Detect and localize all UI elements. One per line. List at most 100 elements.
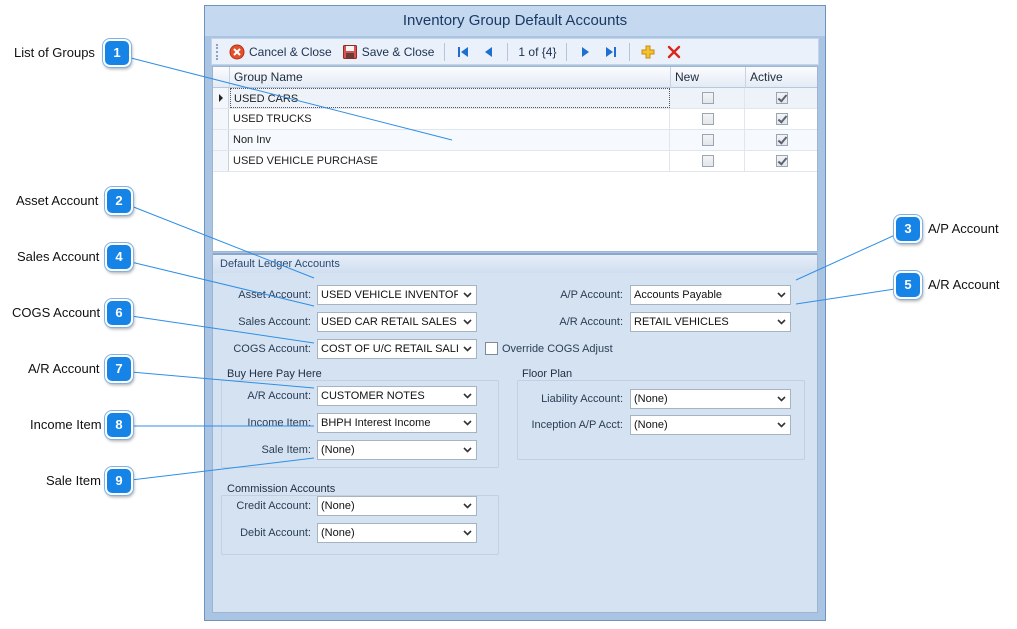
column-header-group-name[interactable]: Group Name [230, 67, 671, 88]
cell-active[interactable] [746, 88, 817, 108]
override-cogs-label[interactable]: Override COGS Adjust [502, 339, 613, 359]
save-close-button[interactable]: Save & Close [338, 41, 439, 63]
callout-badge-5: 5 [894, 271, 922, 299]
debit-account-value: (None) [321, 527, 355, 539]
credit-account-value: (None) [321, 500, 355, 512]
new-checkbox[interactable] [702, 92, 714, 104]
callout-badge-3: 3 [894, 215, 922, 243]
row-indicator [213, 130, 229, 150]
chevron-down-icon[interactable] [460, 388, 474, 404]
chevron-down-icon[interactable] [774, 417, 788, 433]
cancel-close-button[interactable]: Cancel & Close [225, 41, 336, 63]
toolbar: Cancel & Close Save & Close 1 of {4} [211, 38, 819, 65]
next-record-button[interactable] [573, 41, 597, 63]
credit-account-combo[interactable]: (None) [317, 496, 477, 516]
table-row[interactable]: USED CARS [213, 88, 817, 109]
new-checkbox[interactable] [702, 155, 714, 167]
table-row[interactable]: USED TRUCKS [213, 109, 817, 130]
sales-account-value: USED CAR RETAIL SALES [321, 316, 457, 328]
chevron-down-icon[interactable] [460, 415, 474, 431]
inception-ap-label: Inception A/P Acct: [531, 419, 623, 431]
chevron-down-icon[interactable] [460, 525, 474, 541]
income-item-label: Income Item: [247, 417, 311, 429]
override-cogs-checkbox[interactable] [485, 342, 498, 355]
debit-account-label: Debit Account: [240, 527, 311, 539]
callout-badge-7: 7 [105, 355, 133, 383]
commission-section-title: Commission Accounts [227, 483, 336, 495]
callout-badge-1: 1 [103, 39, 131, 67]
new-checkbox[interactable] [702, 113, 714, 125]
cell-group-name[interactable]: USED TRUCKS [230, 109, 670, 129]
cell-new[interactable] [671, 151, 745, 171]
active-checkbox[interactable] [776, 113, 788, 125]
chevron-down-icon[interactable] [460, 287, 474, 303]
groups-grid: Group Name New Active USED CARS USED TRU… [212, 66, 818, 252]
callout-badge-8: 8 [105, 411, 133, 439]
add-button[interactable] [636, 41, 660, 63]
cell-active[interactable] [746, 130, 817, 150]
delete-button[interactable] [662, 41, 686, 63]
table-row[interactable]: USED VEHICLE PURCHASE [213, 151, 817, 172]
floor-plan-section-title: Floor Plan [522, 368, 573, 380]
callout-badge-9: 9 [105, 467, 133, 495]
sale-item-combo[interactable]: (None) [317, 440, 477, 460]
bhph-ar-account-value: CUSTOMER NOTES [321, 390, 425, 402]
credit-account-label: Credit Account: [236, 500, 311, 512]
debit-account-combo[interactable]: (None) [317, 523, 477, 543]
liability-account-combo[interactable]: (None) [630, 389, 791, 409]
income-item-combo[interactable]: BHPH Interest Income [317, 413, 477, 433]
column-header-new[interactable]: New [671, 67, 746, 88]
cogs-account-combo[interactable]: COST OF U/C RETAIL SALI [317, 339, 477, 359]
active-checkbox[interactable] [776, 92, 788, 104]
cell-new[interactable] [671, 130, 745, 150]
chevron-down-icon[interactable] [774, 314, 788, 330]
cell-active[interactable] [746, 109, 817, 129]
new-checkbox[interactable] [702, 134, 714, 146]
chevron-down-icon[interactable] [460, 341, 474, 357]
row-indicator [213, 109, 229, 129]
first-record-button[interactable] [451, 41, 475, 63]
cell-new[interactable] [671, 88, 745, 108]
record-position-label: 1 of {4} [518, 44, 557, 59]
callout-label-ap-account: A/P Account [928, 221, 999, 236]
previous-record-icon [481, 44, 497, 60]
add-icon [640, 44, 656, 60]
callout-label-sales-account: Sales Account [17, 249, 100, 264]
last-record-button[interactable] [599, 41, 623, 63]
ap-account-combo[interactable]: Accounts Payable [630, 285, 791, 305]
ar-account-combo[interactable]: RETAIL VEHICLES [630, 312, 791, 332]
callout-badge-2: 2 [105, 187, 133, 215]
chevron-down-icon[interactable] [460, 314, 474, 330]
chevron-down-icon[interactable] [774, 391, 788, 407]
toolbar-separator [566, 42, 568, 61]
cell-active[interactable] [746, 151, 817, 171]
cell-group-name[interactable]: USED VEHICLE PURCHASE [230, 151, 670, 171]
ar-account-value: RETAIL VEHICLES [634, 316, 729, 328]
chevron-down-icon[interactable] [460, 442, 474, 458]
chevron-down-icon[interactable] [774, 287, 788, 303]
chevron-down-icon[interactable] [460, 498, 474, 514]
asset-account-value: USED VEHICLE INVENTOR [321, 289, 458, 301]
last-record-icon [603, 44, 619, 60]
previous-record-button[interactable] [477, 41, 501, 63]
cell-new[interactable] [671, 109, 745, 129]
inception-ap-combo[interactable]: (None) [630, 415, 791, 435]
column-header-active[interactable]: Active [746, 67, 817, 88]
callout-label-cogs-account: COGS Account [12, 305, 101, 320]
bhph-section-title: Buy Here Pay Here [227, 368, 322, 380]
cell-group-name[interactable]: USED CARS [230, 88, 670, 108]
active-checkbox[interactable] [776, 134, 788, 146]
cogs-account-label: COGS Account: [233, 343, 311, 355]
active-checkbox[interactable] [776, 155, 788, 167]
first-record-icon [455, 44, 471, 60]
delete-icon [666, 44, 682, 60]
asset-account-combo[interactable]: USED VEHICLE INVENTOR [317, 285, 477, 305]
record-position: 1 of {4} [514, 41, 560, 63]
table-row[interactable]: Non Inv [213, 130, 817, 151]
callout-label-sale-item: Sale Item [46, 473, 101, 488]
toolbar-grip[interactable] [216, 43, 219, 60]
cell-group-name[interactable]: Non Inv [230, 130, 670, 150]
liability-account-value: (None) [634, 393, 668, 405]
sales-account-combo[interactable]: USED CAR RETAIL SALES [317, 312, 477, 332]
bhph-ar-account-combo[interactable]: CUSTOMER NOTES [317, 386, 477, 406]
